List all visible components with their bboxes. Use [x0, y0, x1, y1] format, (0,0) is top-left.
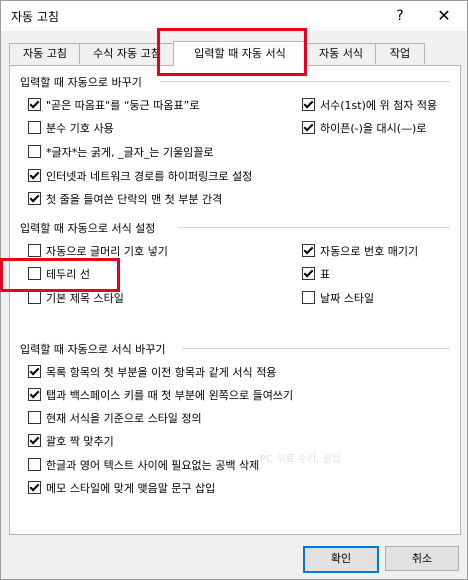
tab-actions[interactable]: 작업: [375, 43, 425, 64]
checkbox[interactable]: [28, 434, 41, 447]
cancel-button[interactable]: 취소: [385, 546, 459, 571]
checkbox[interactable]: [28, 244, 41, 257]
checkbox[interactable]: [302, 121, 315, 134]
checkbox[interactable]: [28, 121, 41, 134]
group-title-replace: 입력할 때 자동으로 바꾸기: [20, 76, 142, 89]
checkbox[interactable]: [28, 291, 41, 304]
group-divider: [160, 81, 450, 82]
checkbox[interactable]: [302, 244, 315, 257]
watermark-text: PC 무료 수리, 꿀팁: [260, 454, 341, 465]
close-button[interactable]: ✕: [431, 4, 457, 28]
group-divider: [178, 227, 450, 228]
ok-button[interactable]: 확인: [303, 546, 379, 573]
checkbox[interactable]: [302, 291, 315, 304]
checkbox[interactable]: [28, 411, 41, 424]
tab-panel: 입력할 때 자동으로 바꾸기 "곧은 따옴표"를 “둥근 따옴표”로 분수 기호…: [9, 65, 461, 535]
checkbox[interactable]: [302, 267, 315, 280]
checkbox[interactable]: [28, 388, 41, 401]
checkbox[interactable]: [28, 98, 41, 111]
highlight-box-border-lines: [0, 258, 120, 292]
highlight-box-tab: [157, 28, 307, 76]
help-button[interactable]: ?: [387, 4, 413, 28]
checkbox[interactable]: [28, 145, 41, 158]
group-title-automatically: 입력할 때 자동으로 서식 바꾸기: [20, 343, 166, 356]
checkbox[interactable]: [28, 192, 41, 205]
checkbox[interactable]: [28, 365, 41, 378]
tab-autoformat[interactable]: 자동 서식: [305, 43, 377, 64]
group-title-apply: 입력할 때 자동으로 서식 설정: [20, 222, 156, 235]
dialog-title: 자동 고침: [11, 10, 59, 24]
group-divider: [182, 348, 450, 349]
tab-autocorrect[interactable]: 자동 고침: [9, 43, 81, 64]
title-bar: 자동 고침 ? ✕: [1, 1, 467, 31]
checkbox[interactable]: [28, 169, 41, 182]
checkbox[interactable]: [28, 481, 41, 494]
checkbox[interactable]: [302, 98, 315, 111]
checkbox[interactable]: [28, 458, 41, 471]
